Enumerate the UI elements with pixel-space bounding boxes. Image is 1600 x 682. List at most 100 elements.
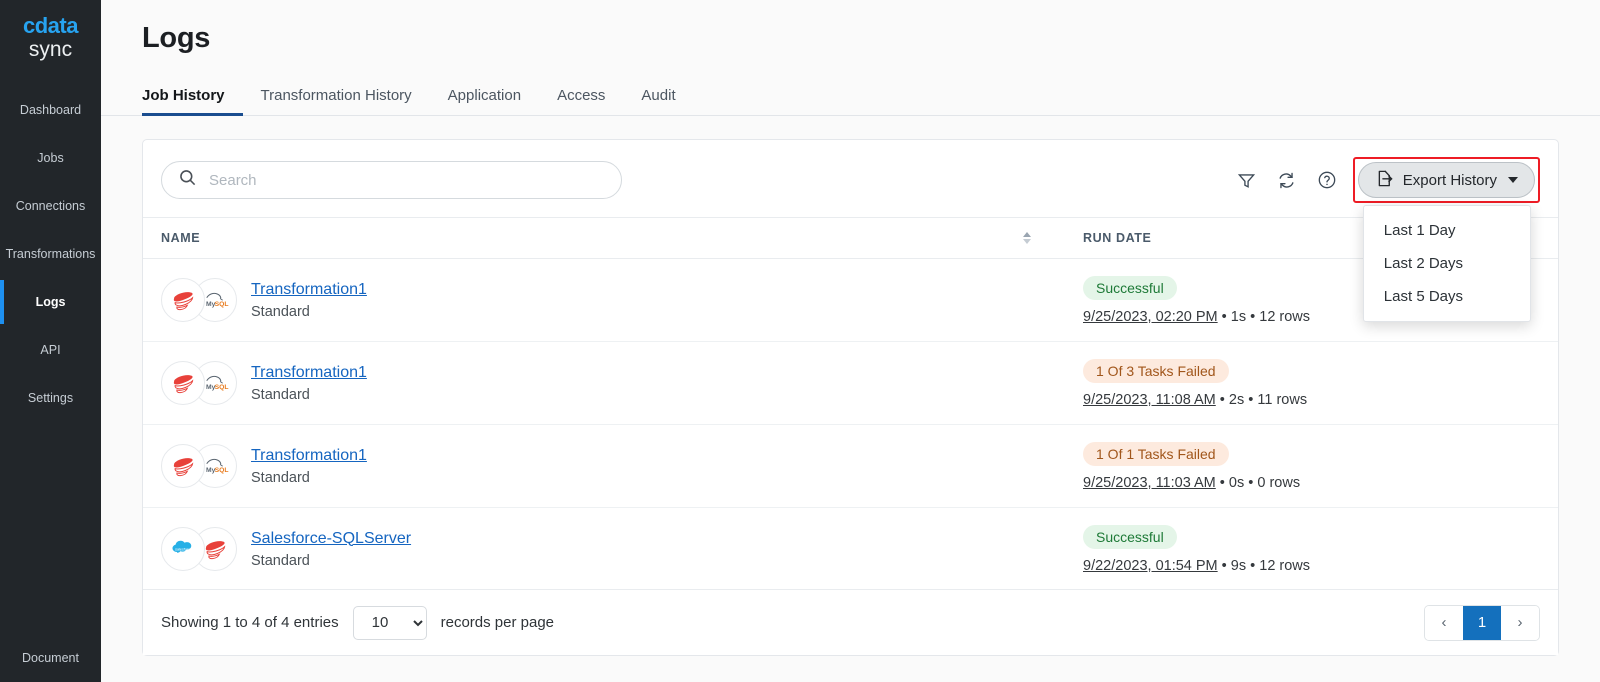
- refresh-icon[interactable]: [1267, 163, 1307, 197]
- menu-item-last-1-day[interactable]: Last 1 Day: [1364, 214, 1530, 247]
- table-row[interactable]: My SQL Transformation1 Standard: [143, 424, 1558, 508]
- menu-item-last-2-days[interactable]: Last 2 Days: [1364, 247, 1530, 280]
- tab-application[interactable]: Application: [430, 79, 539, 115]
- status-badge: Successful: [1083, 275, 1177, 300]
- svg-text:SQL: SQL: [215, 384, 229, 391]
- menu-item-last-5-days[interactable]: Last 5 Days: [1364, 280, 1530, 313]
- run-separator: •: [1221, 308, 1227, 325]
- app-logo[interactable]: cdata sync: [0, 0, 101, 62]
- sidebar-item-api[interactable]: API: [0, 326, 101, 374]
- sidebar-item-label: Jobs: [37, 151, 64, 165]
- run-date-line: 9/25/2023, 11:08 AM • 2s • 11 rows: [1083, 392, 1307, 408]
- run-date-line: 9/25/2023, 02:20 PM • 1s • 12 rows: [1083, 309, 1310, 325]
- run-timestamp[interactable]: 9/25/2023, 11:03 AM: [1083, 475, 1216, 491]
- run-separator: •: [1248, 474, 1254, 491]
- run-duration: 9s: [1230, 557, 1247, 574]
- export-history-menu: Last 1 Day Last 2 Days Last 5 Days: [1362, 205, 1531, 322]
- tab-label: Audit: [641, 87, 676, 104]
- sidebar-item-logs[interactable]: Logs: [0, 278, 101, 326]
- table-toolbar: Export History Last 1 Day Last 2 Days La…: [143, 140, 1558, 322]
- run-timestamp[interactable]: 9/22/2023, 01:54 PM: [1083, 558, 1218, 574]
- run-timestamp[interactable]: 9/25/2023, 02:20 PM: [1083, 309, 1218, 325]
- connector-icons: My SQL: [161, 444, 237, 488]
- run-separator: •: [1221, 557, 1227, 574]
- search-box[interactable]: [161, 161, 622, 199]
- search-input[interactable]: [209, 171, 605, 189]
- records-per-page-select[interactable]: 10 25 50 100: [352, 605, 427, 640]
- sidebar-item-label: Transformations: [5, 247, 96, 261]
- tab-label: Application: [447, 87, 522, 104]
- job-name-link[interactable]: Salesforce-SQLServer: [251, 530, 411, 548]
- chevron-down-icon: [1508, 177, 1518, 183]
- entries-summary: Showing 1 to 4 of 4 entries: [161, 614, 339, 631]
- run-rows: 0 rows: [1257, 474, 1301, 491]
- sidebar-item-dashboard[interactable]: Dashboard: [0, 86, 101, 134]
- tab-audit[interactable]: Audit: [623, 79, 693, 115]
- connector-icons: My SQL: [161, 278, 237, 322]
- sidebar-item-label: Dashboard: [19, 103, 82, 117]
- tab-transformation-history[interactable]: Transformation History: [243, 79, 430, 115]
- export-icon: [1375, 169, 1394, 192]
- pagination-page-1[interactable]: 1: [1463, 605, 1501, 640]
- run-separator: •: [1250, 557, 1256, 574]
- run-date-line: 9/22/2023, 01:54 PM • 9s • 12 rows: [1083, 558, 1310, 574]
- svg-text:salesforce: salesforce: [175, 548, 192, 552]
- sidebar-item-document[interactable]: Document: [0, 634, 101, 682]
- tab-bar: Job History Transformation History Appli…: [101, 79, 1600, 116]
- tab-label: Job History: [142, 87, 225, 104]
- pagination: ‹ 1 ›: [1424, 604, 1540, 641]
- table-head: NAME RUN DATE: [143, 217, 1558, 259]
- sqlserver-icon: [161, 278, 205, 322]
- status-badge: Successful: [1083, 524, 1177, 549]
- run-duration: 1s: [1230, 308, 1247, 325]
- tab-access[interactable]: Access: [539, 79, 623, 115]
- job-type-label: Standard: [251, 303, 310, 320]
- logs-card: Export History Last 1 Day Last 2 Days La…: [142, 139, 1559, 656]
- job-name-link[interactable]: Transformation1: [251, 447, 367, 465]
- sidebar-item-connections[interactable]: Connections: [0, 182, 101, 230]
- cell-run-date: 1 Of 3 Tasks Failed 9/25/2023, 11:08 AM …: [1053, 341, 1558, 425]
- export-history-button[interactable]: Export History: [1357, 162, 1535, 198]
- column-header-name[interactable]: NAME: [143, 217, 1053, 259]
- run-separator: •: [1250, 308, 1256, 325]
- job-name-link[interactable]: Transformation1: [251, 281, 367, 299]
- table-body: My SQL Transformation1 Standard Successf…: [143, 258, 1558, 591]
- app-root: cdata sync Dashboard Jobs Connections Tr…: [0, 0, 1600, 682]
- help-icon[interactable]: [1307, 163, 1347, 197]
- sidebar-item-settings[interactable]: Settings: [0, 374, 101, 422]
- tab-label: Transformation History: [260, 87, 412, 104]
- tab-job-history[interactable]: Job History: [142, 79, 243, 116]
- cell-run-date: 1 Of 1 Tasks Failed 9/25/2023, 11:03 AM …: [1053, 424, 1558, 508]
- filter-icon[interactable]: [1227, 163, 1267, 197]
- sqlserver-icon: [161, 361, 205, 405]
- sqlserver-icon: [161, 444, 205, 488]
- run-rows: 12 rows: [1259, 308, 1311, 325]
- job-name-link[interactable]: Transformation1: [251, 364, 367, 382]
- run-timestamp[interactable]: 9/25/2023, 11:08 AM: [1083, 392, 1216, 408]
- table-row[interactable]: My SQL Transformation1 Standard: [143, 341, 1558, 425]
- table-row[interactable]: salesforce Salesforce-SQLServer Standard…: [143, 507, 1558, 591]
- connector-icons: My SQL: [161, 361, 237, 405]
- page-title: Logs: [142, 22, 211, 54]
- cell-run-date: Successful 9/22/2023, 01:54 PM • 9s • 12…: [1053, 507, 1558, 591]
- table-row[interactable]: My SQL Transformation1 Standard: [143, 258, 1558, 342]
- job-type-label: Standard: [251, 386, 310, 403]
- pagination-prev[interactable]: ‹: [1425, 605, 1463, 640]
- export-history-label: Export History: [1402, 171, 1497, 189]
- tab-label: Access: [557, 87, 606, 104]
- sidebar-item-transformations[interactable]: Transformations: [0, 230, 101, 278]
- sidebar-item-label: Logs: [35, 295, 66, 309]
- sort-toggle-icon[interactable]: [1023, 232, 1031, 244]
- table-header-row: NAME RUN DATE: [143, 217, 1558, 259]
- pagination-next[interactable]: ›: [1501, 605, 1539, 640]
- run-date-line: 9/25/2023, 11:03 AM • 0s • 0 rows: [1083, 475, 1300, 491]
- job-history-table: NAME RUN DATE My SQL Transformation1 Sta…: [143, 217, 1558, 591]
- export-highlight-box: Export History: [1352, 157, 1540, 203]
- sidebar-item-jobs[interactable]: Jobs: [0, 134, 101, 182]
- footer-left: Showing 1 to 4 of 4 entries 10 25 50 100…: [161, 605, 554, 640]
- sidebar-item-label: Settings: [27, 391, 74, 405]
- column-header-name-label: NAME: [161, 231, 201, 245]
- status-badge: 1 Of 1 Tasks Failed: [1083, 441, 1229, 466]
- svg-text:SQL: SQL: [215, 301, 229, 308]
- toolbar-actions: Export History Last 1 Day Last 2 Days La…: [1227, 157, 1540, 322]
